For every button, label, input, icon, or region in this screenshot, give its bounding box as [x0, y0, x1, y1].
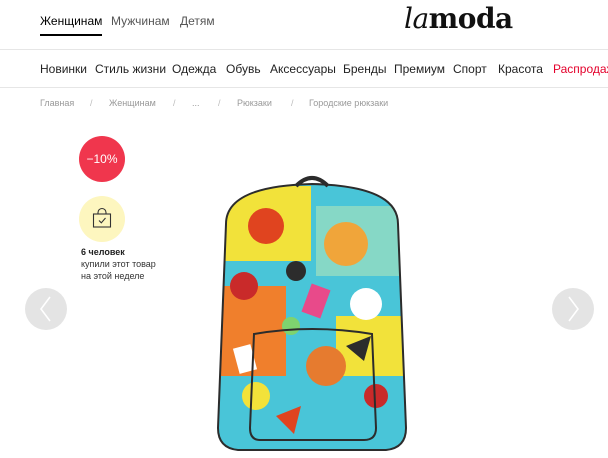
breadcrumb-separator: /	[218, 98, 221, 108]
tab-women[interactable]: Женщинам	[40, 14, 103, 36]
logo-part-la: la	[404, 2, 429, 35]
breadcrumb: Главная / Женщинам / ... / Рюкзаки / Гор…	[0, 98, 608, 112]
discount-value: −10%	[86, 152, 118, 166]
product-image-backpack[interactable]	[196, 166, 428, 456]
gallery-prev-button[interactable]	[25, 288, 67, 330]
breadcrumb-ellipsis[interactable]: ...	[192, 98, 200, 108]
buyers-text-line2: на этой неделе	[81, 271, 145, 281]
breadcrumb-separator: /	[90, 98, 93, 108]
tab-kids[interactable]: Детям	[180, 14, 215, 28]
breadcrumb-women[interactable]: Женщинам	[109, 98, 156, 108]
category-new[interactable]: Новинки	[40, 62, 87, 76]
category-sport[interactable]: Спорт	[453, 62, 487, 76]
gallery-next-button[interactable]	[552, 288, 594, 330]
discount-badge: −10%	[79, 136, 125, 182]
breadcrumb-separator: /	[173, 98, 176, 108]
category-menu: Новинки Стиль жизни Одежда Обувь Аксессу…	[0, 49, 608, 88]
category-brands[interactable]: Бренды	[343, 62, 386, 76]
chevron-right-icon	[568, 296, 579, 322]
lamoda-logo[interactable]: lamoda	[404, 2, 513, 35]
category-shoes[interactable]: Обувь	[226, 62, 261, 76]
buyers-text-line1: купили этот товар	[81, 259, 156, 269]
category-premium[interactable]: Премиум	[394, 62, 445, 76]
category-accessories[interactable]: Аксессуары	[270, 62, 336, 76]
buyers-count: 6 человек	[81, 247, 125, 257]
category-clothing[interactable]: Одежда	[172, 62, 216, 76]
buyers-info: 6 человек купили этот товар на этой неде…	[81, 246, 191, 282]
logo-part-moda: moda	[428, 2, 514, 35]
category-beauty[interactable]: Красота	[498, 62, 543, 76]
shopping-bag-check-icon	[92, 207, 112, 228]
breadcrumb-separator: /	[291, 98, 294, 108]
gender-nav: Женщинам Мужчинам Детям lamoda	[0, 0, 608, 48]
breadcrumb-home[interactable]: Главная	[40, 98, 74, 108]
popularity-badge	[79, 196, 125, 242]
category-lifestyle[interactable]: Стиль жизни	[95, 62, 166, 76]
tab-men[interactable]: Мужчинам	[111, 14, 170, 28]
breadcrumb-city-backpacks[interactable]: Городские рюкзаки	[309, 98, 388, 108]
breadcrumb-backpacks[interactable]: Рюкзаки	[237, 98, 272, 108]
chevron-left-icon	[40, 296, 51, 322]
category-sale[interactable]: Распродажа	[553, 62, 608, 76]
